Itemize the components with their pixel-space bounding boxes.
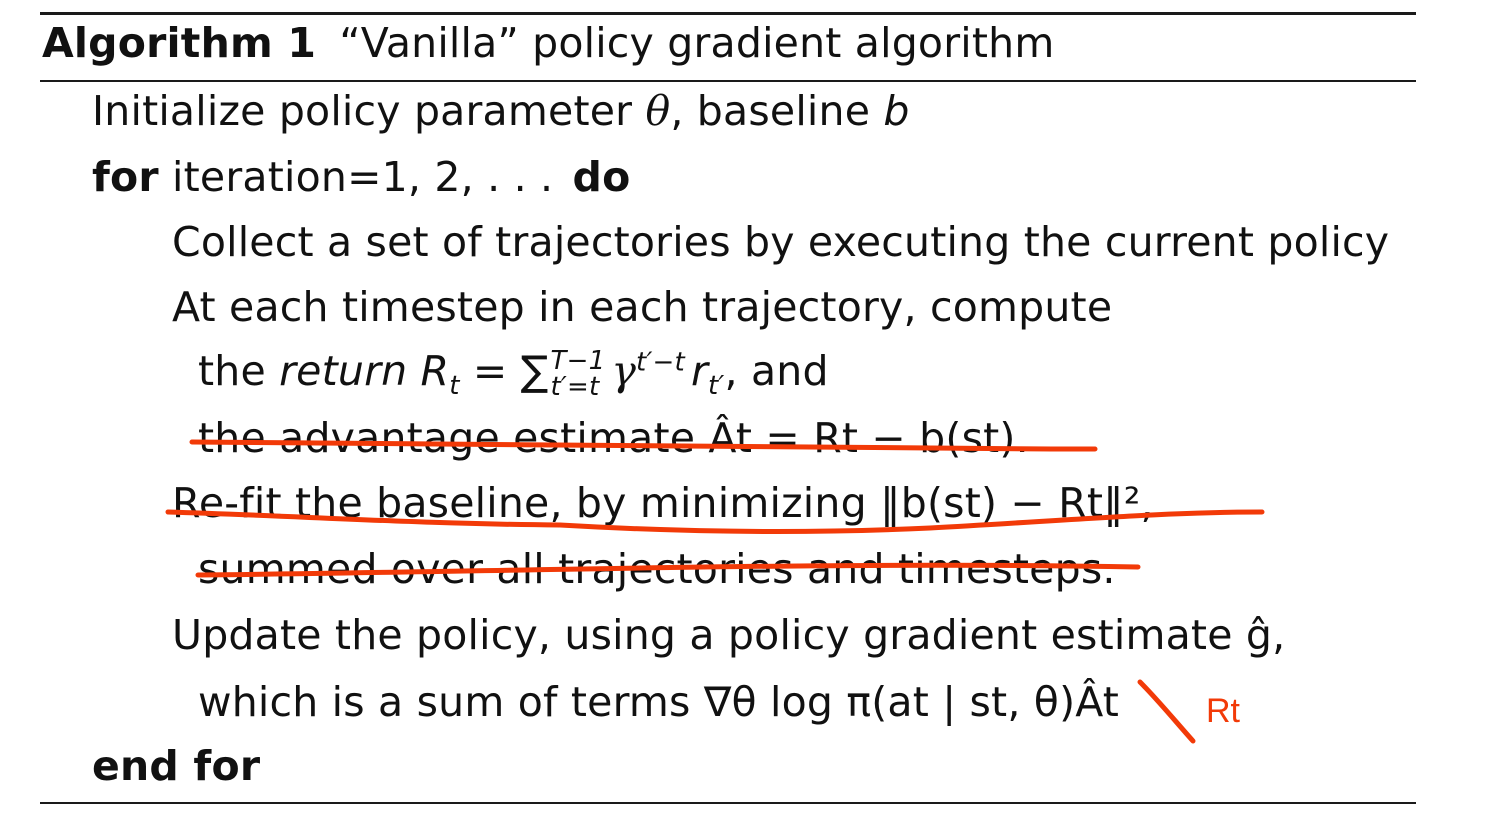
for-keyword: for xyxy=(92,153,159,201)
algorithm-header: Algorithm 1 “Vanilla” policy gradient al… xyxy=(42,17,1054,69)
sum-upper: T−1 xyxy=(550,346,606,376)
baseline-symbol: b xyxy=(883,87,910,135)
strike-advantage-term xyxy=(1137,679,1196,744)
bottom-rule xyxy=(40,802,1416,804)
refit-line-struck: Re-fit the baseline, by minimizing ‖b(st… xyxy=(172,479,1154,527)
init-mid: , baseline xyxy=(670,87,884,135)
init-text: Initialize policy parameter xyxy=(92,87,646,135)
reward-symbol: r xyxy=(690,347,708,395)
sum-lower: t′=t xyxy=(550,372,600,402)
theta-symbol: θ xyxy=(645,87,671,135)
at-each-line: At each timestep in each trajectory, com… xyxy=(172,283,1113,331)
header-rule xyxy=(40,80,1416,82)
for-range: iteration=1, 2, . . . xyxy=(158,153,567,201)
summed-line-struck: summed over all trajectories and timeste… xyxy=(198,545,1116,593)
return-R: R xyxy=(420,347,450,395)
init-line: Initialize policy parameter θ, baseline … xyxy=(92,85,910,137)
sum-symbol: = ∑ xyxy=(459,347,549,395)
algorithm-label: Algorithm 1 xyxy=(42,19,317,67)
sum-limits: T−1 t′=t xyxy=(551,348,606,400)
return-word: return xyxy=(279,347,408,395)
reward-sub: t′ xyxy=(708,371,725,402)
gamma-symbol: γ xyxy=(611,347,637,395)
gamma-exponent: t′−t xyxy=(636,347,685,378)
update-line: Update the policy, using a policy gradie… xyxy=(172,611,1286,659)
return-tail: , and xyxy=(724,347,829,395)
top-rule xyxy=(40,12,1416,15)
return-the: the xyxy=(198,347,280,395)
do-keyword: do xyxy=(572,153,631,201)
return-R-sub: t xyxy=(449,371,460,402)
end-for-line: end for xyxy=(92,742,261,790)
collect-line: Collect a set of trajectories by executi… xyxy=(172,218,1390,266)
which-line: which is a sum of terms ∇θ log π(at | st… xyxy=(198,678,1120,726)
advantage-line-struck: the advantage estimate Ât = Rt − b(st). xyxy=(198,414,1029,462)
algorithm-title: “Vanilla” policy gradient algorithm xyxy=(339,19,1055,67)
for-line: for iteration=1, 2, . . . do xyxy=(92,151,630,203)
handwritten-note-rt: Rt xyxy=(1206,692,1240,730)
return-line: the return Rt = ∑ T−1 t′=t γt′−t rt′, and xyxy=(198,345,829,400)
